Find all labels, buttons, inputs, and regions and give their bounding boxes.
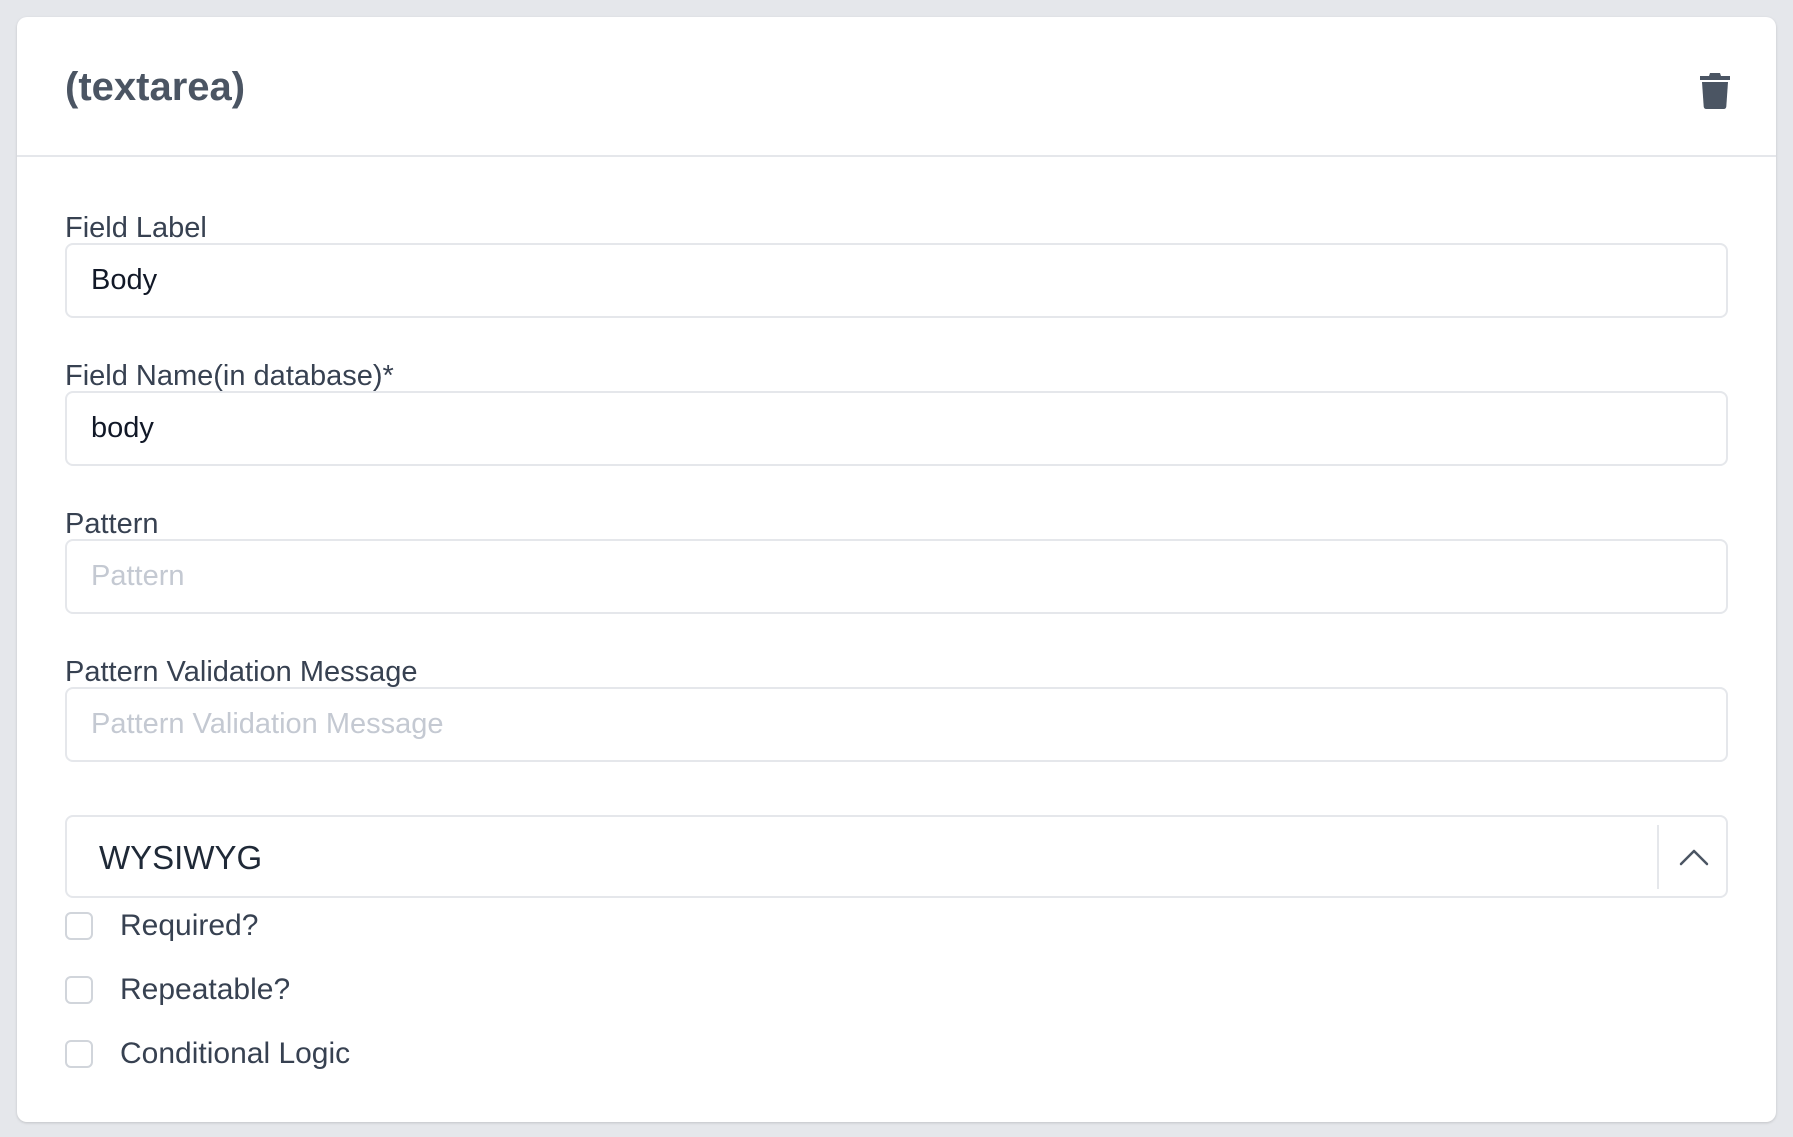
repeatable-checkbox[interactable] [65,976,93,1004]
chevron-up-icon [1679,849,1708,865]
delete-button[interactable] [1694,67,1736,115]
select-toggle[interactable] [1659,817,1728,896]
conditional-logic-option[interactable]: Conditional Logic [65,1037,350,1071]
editor-type-value: WYSIWYG [99,839,263,876]
trash-icon [1700,73,1730,109]
field-label-label: Field Label [65,212,207,244]
pattern-label: Pattern [65,508,159,540]
pattern-message-label: Pattern Validation Message [65,656,418,688]
editor-type-select[interactable]: WYSIWYG [65,815,1728,898]
required-label: Required? [120,909,259,942]
card-title: (textarea) [65,65,246,109]
repeatable-label: Repeatable? [120,973,291,1006]
field-name-label: Field Name(in database)* [65,360,394,392]
required-checkbox[interactable] [65,912,93,940]
required-option[interactable]: Required? [65,909,258,943]
field-label-input[interactable] [65,243,1728,318]
card-header: (textarea) [17,17,1776,157]
pattern-input[interactable] [65,539,1728,614]
pattern-message-input[interactable] [65,687,1728,762]
field-name-input[interactable] [65,391,1728,466]
field-card: (textarea) Field Label Field Name(in dat… [17,17,1776,1122]
conditional-logic-label: Conditional Logic [120,1037,351,1070]
repeatable-option[interactable]: Repeatable? [65,973,290,1007]
conditional-logic-checkbox[interactable] [65,1040,93,1068]
